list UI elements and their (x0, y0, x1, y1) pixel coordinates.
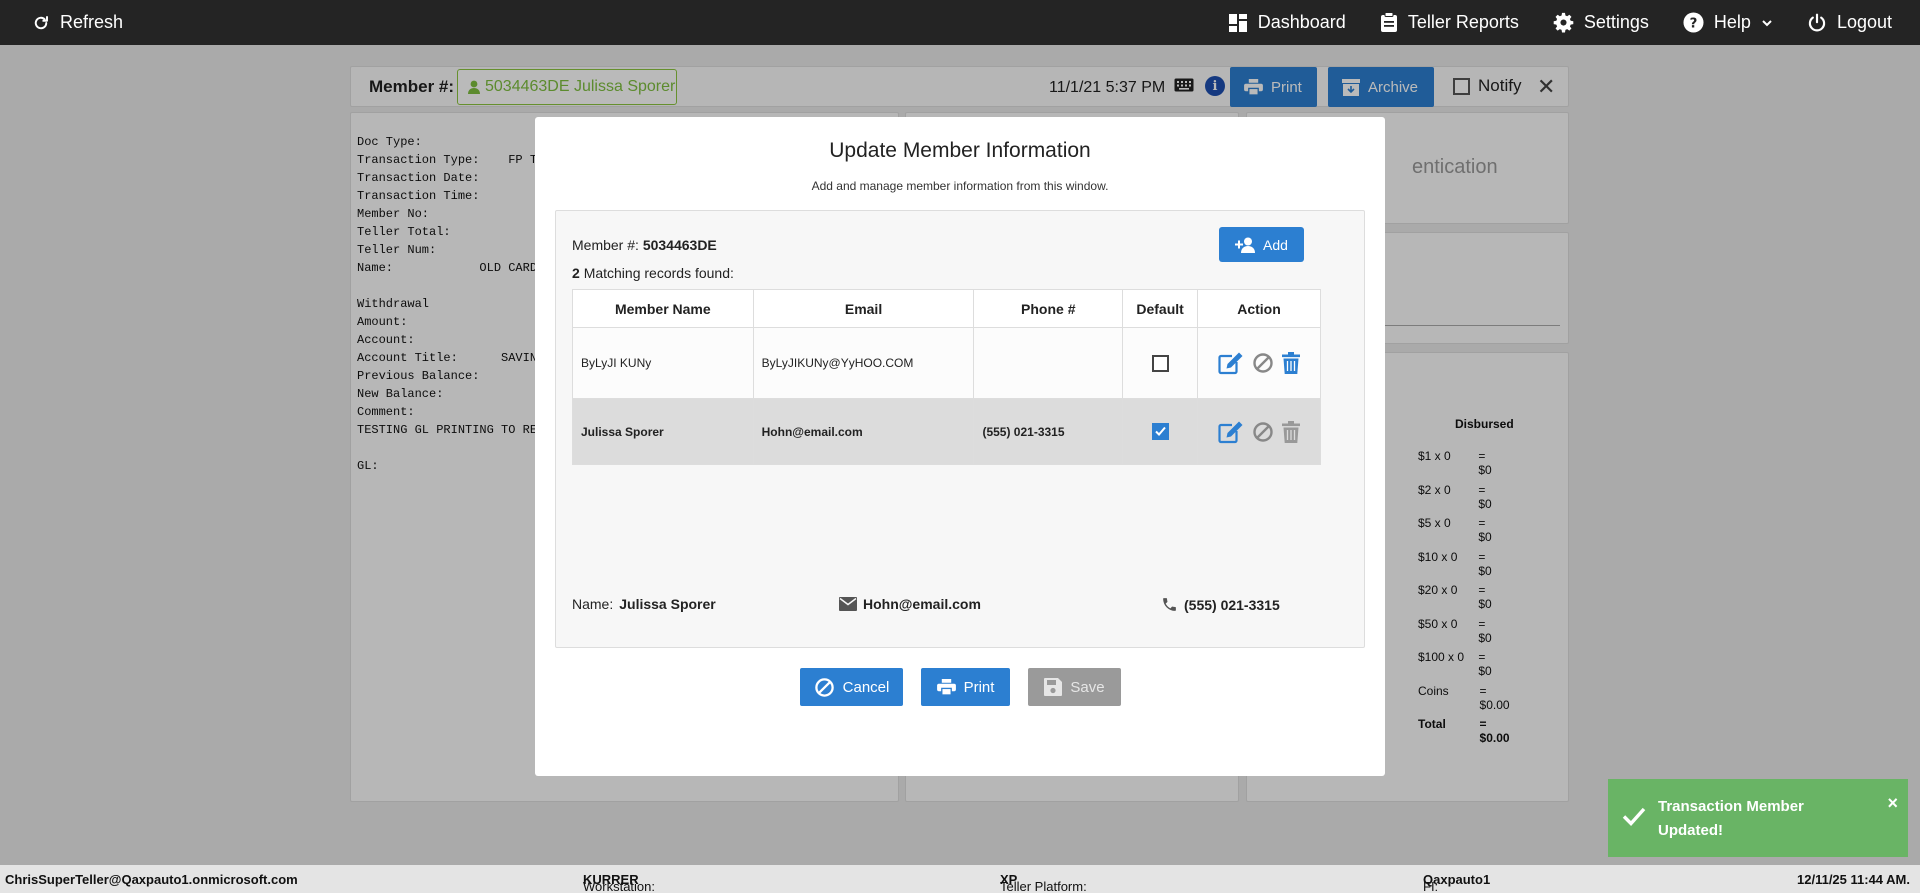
cell-actions (1197, 398, 1321, 465)
nav-logout-label: Logout (1836, 12, 1892, 32)
cell-default (1122, 398, 1199, 465)
add-user-icon (1235, 237, 1257, 253)
top-nav: Dashboard Teller Reports Settings ? Help (1228, 0, 1892, 45)
update-member-modal: Update Member Information Add and manage… (535, 117, 1385, 776)
status-fi-label: FI: (1423, 879, 1439, 893)
nav-help-label: Help (1713, 12, 1751, 32)
nav-teller-reports-label: Teller Reports (1407, 12, 1519, 32)
top-navigation-bar: Refresh Dashboard Teller Reports Setting… (0, 0, 1920, 45)
cell-member-name: Julissa Sporer (572, 398, 754, 465)
summary-name: Name: Julissa Sporer (572, 596, 716, 612)
cell-member-name: ByLyJI KUNy (572, 327, 754, 399)
refresh-icon (32, 14, 50, 32)
summary-email-value: Hohn@email.com (863, 596, 981, 612)
summary-phone: (555) 021-3315 (1161, 596, 1280, 613)
summary-email: Hohn@email.com (839, 596, 981, 612)
checkmark-icon (1622, 806, 1646, 826)
cell-actions (1197, 327, 1321, 399)
modal-title: Update Member Information (829, 139, 1091, 162)
nav-settings-label: Settings (1583, 12, 1649, 32)
summary-name-value: Julissa Sporer (619, 596, 716, 612)
status-workstation-label: Workstation: (583, 879, 656, 893)
print-button[interactable]: Print (921, 668, 1010, 706)
cell-phone (973, 327, 1124, 399)
status-datetime: 12/11/25 11:44 AM. (1797, 872, 1910, 887)
table-header-row: Member Name Email Phone # Default Action (572, 289, 1321, 328)
default-checkbox[interactable] (1151, 354, 1169, 372)
clipboard-icon (1380, 12, 1398, 33)
trash-icon[interactable] (1282, 352, 1301, 374)
refresh-label: Refresh (60, 12, 124, 32)
member-number: Member #: 5034463DE (572, 237, 717, 253)
nav-dashboard-label: Dashboard (1257, 12, 1346, 32)
cell-default (1122, 327, 1199, 399)
status-platform-label: Teller Platform: (1000, 879, 1087, 893)
svg-text:?: ? (1690, 16, 1698, 31)
member-records-panel: Member #: 5034463DE 2 Matching records f… (555, 210, 1365, 648)
ban-icon[interactable] (1252, 352, 1274, 374)
edit-icon[interactable] (1218, 420, 1244, 444)
help-icon: ? (1683, 12, 1704, 33)
ban-icon (814, 677, 835, 698)
member-number-label: Member #: (572, 237, 639, 253)
envelope-icon (839, 597, 857, 611)
default-checkbox-checked[interactable] (1151, 423, 1169, 440)
summary-phone-value: (555) 021-3315 (1184, 596, 1280, 613)
add-member-button[interactable]: Add (1219, 227, 1304, 262)
match-count: 2 (572, 265, 580, 281)
matching-records: 2 Matching records found: (572, 265, 734, 281)
phone-icon (1161, 596, 1178, 613)
nav-logout[interactable]: Logout (1807, 12, 1892, 33)
nav-teller-reports[interactable]: Teller Reports (1380, 12, 1519, 33)
cell-phone: (555) 021-3315 (973, 398, 1124, 465)
summary-name-label: Name: (572, 596, 614, 612)
status-platform: Teller Platform: XP (1000, 872, 1087, 893)
dashboard-icon (1228, 13, 1248, 33)
toast-message: Transaction Member Updated! (1658, 798, 1804, 839)
add-member-label: Add (1263, 236, 1288, 253)
column-header-phone: Phone # (973, 289, 1124, 328)
column-header-action: Action (1197, 289, 1321, 328)
print-label: Print (963, 678, 995, 696)
save-label: Save (1070, 678, 1105, 696)
table-row[interactable]: Julissa Sporer Hohn@email.com (555) 021-… (572, 398, 1321, 465)
table-row[interactable]: ByLyJI KUNy ByLyJIKUNy@YyHOO.COM (572, 327, 1321, 399)
column-header-default: Default (1122, 289, 1199, 328)
nav-settings[interactable]: Settings (1553, 12, 1649, 33)
column-header-member-name: Member Name (572, 289, 754, 328)
column-header-email: Email (752, 289, 975, 328)
nav-dashboard[interactable]: Dashboard (1228, 12, 1346, 33)
chevron-down-icon (1761, 17, 1773, 29)
modal-subtitle: Add and manage member information from t… (811, 179, 1109, 193)
save-button[interactable]: Save (1028, 668, 1121, 706)
member-records-table: Member Name Email Phone # Default Action… (572, 289, 1321, 465)
member-number-value: 5034463DE (642, 237, 717, 253)
success-toast: Transaction Member Updated! × (1608, 779, 1908, 857)
cell-email: Hohn@email.com (752, 398, 975, 465)
trash-icon (1282, 420, 1301, 443)
nav-help[interactable]: ? Help (1683, 12, 1773, 33)
toast-close-button[interactable]: × (1887, 793, 1898, 814)
status-bar: ChrisSuperTeller@Qaxpauto1.onmicrosoft.c… (0, 865, 1920, 893)
cancel-label: Cancel (842, 678, 890, 696)
status-workstation: Workstation: KURRER (583, 872, 655, 893)
power-icon (1807, 13, 1827, 33)
status-fi: FI: Qaxpauto1 (1423, 872, 1490, 893)
cancel-button[interactable]: Cancel (800, 668, 903, 706)
gear-icon (1553, 12, 1574, 33)
printer-icon (936, 679, 956, 695)
floppy-disk-icon (1044, 678, 1063, 696)
edit-icon[interactable] (1218, 351, 1244, 375)
status-user: ChrisSuperTeller@Qaxpauto1.onmicrosoft.c… (5, 872, 298, 887)
match-text: Matching records found: (583, 265, 734, 281)
ban-icon[interactable] (1252, 421, 1274, 443)
cell-email: ByLyJIKUNy@YyHOO.COM (752, 327, 975, 399)
refresh-button[interactable]: Refresh (32, 0, 123, 45)
